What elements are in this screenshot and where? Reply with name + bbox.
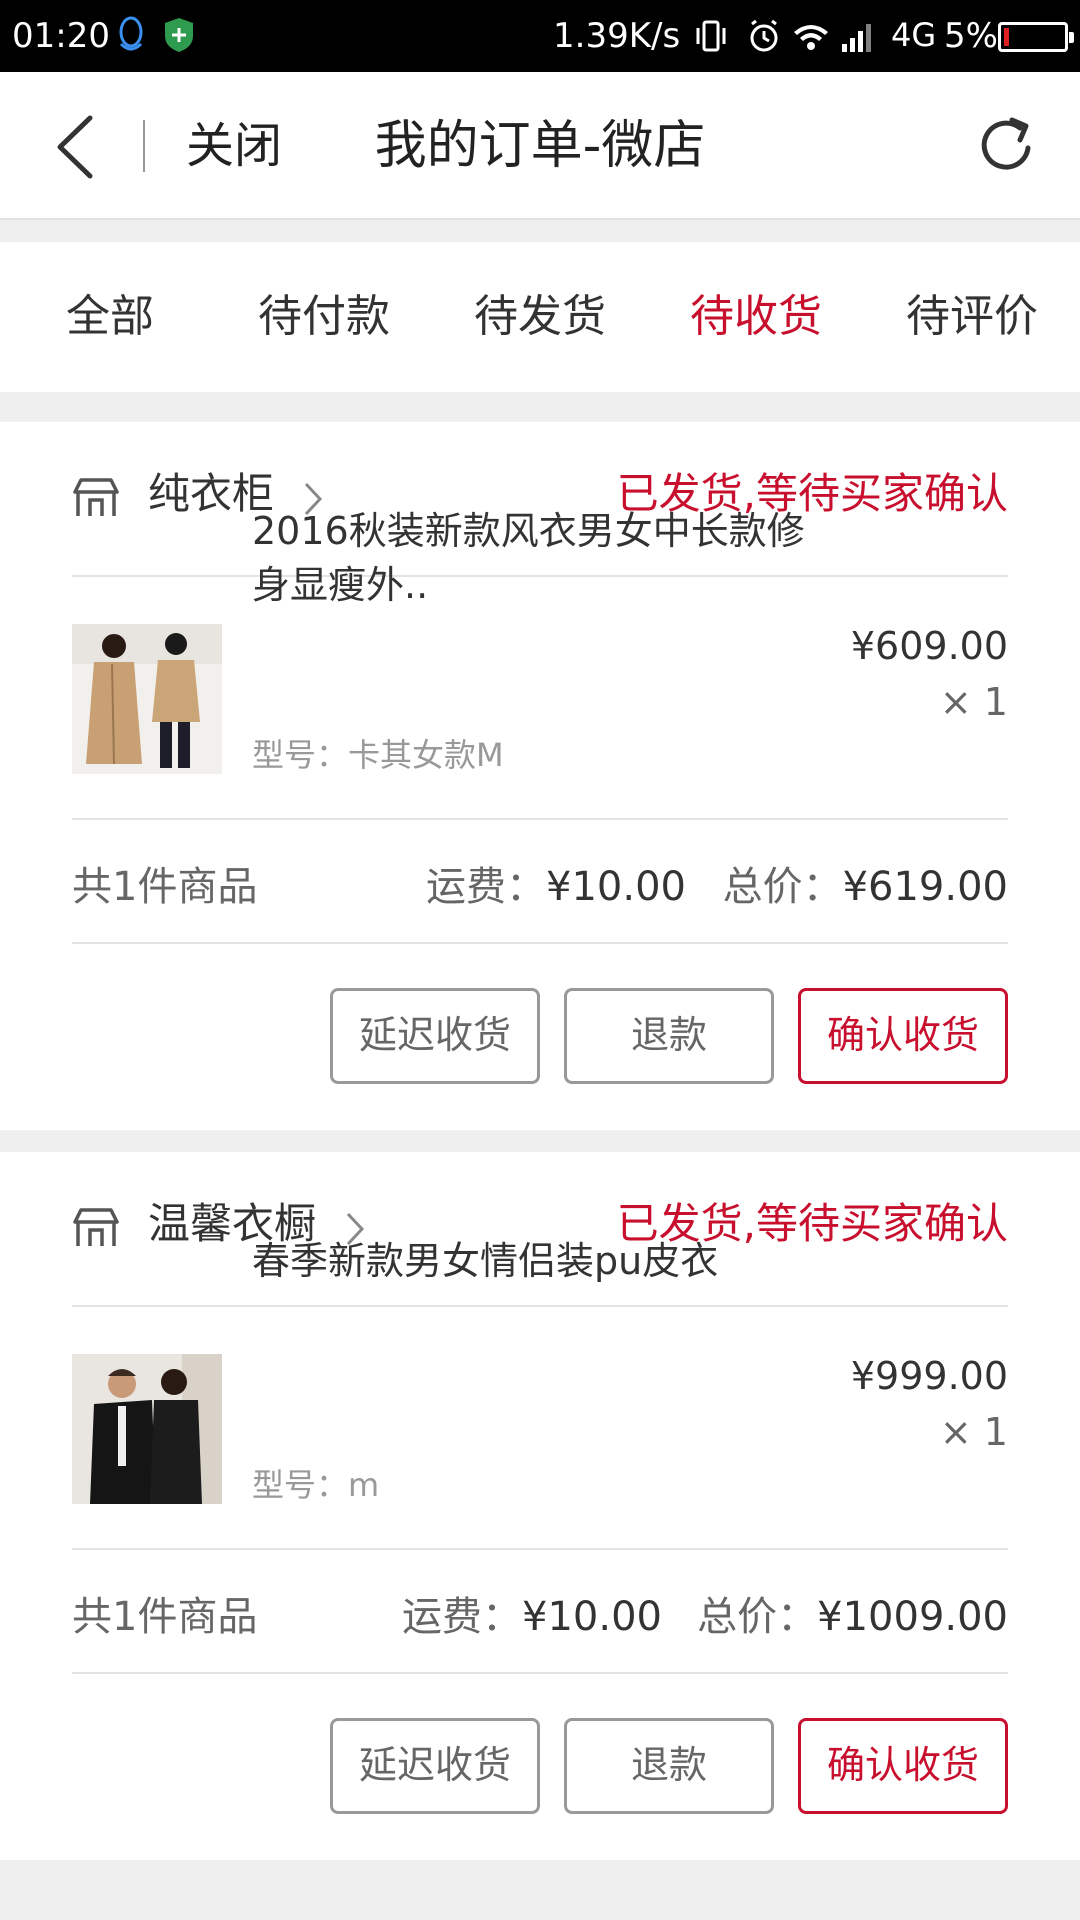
tab-pending-receipt[interactable]: 待收货 (666, 242, 846, 392)
status-bar: 01:20 1.39K/s 4G 5% (0, 0, 1080, 72)
alarm-icon (750, 19, 778, 52)
product-title[interactable]: 春季新款男女情侣装pu皮衣 (252, 1234, 812, 1288)
tab-pending-shipment[interactable]: 待发货 (450, 242, 630, 392)
delay-receipt-button[interactable]: 延迟收货 (330, 1718, 540, 1814)
order-tabs: 全部 待付款 待发货 待收货 待评价 (0, 242, 1080, 392)
divider (72, 818, 1008, 820)
product-quantity: × 1 (939, 680, 1008, 724)
freight-value: ¥10.00 (522, 1594, 662, 1640)
wifi-icon (794, 25, 828, 50)
product-title[interactable]: 2016秋装新款风衣男女中长款修身显瘦外.. (252, 504, 812, 612)
refund-button[interactable]: 退款 (564, 988, 774, 1084)
shop-icon (73, 478, 119, 516)
freight: 运费：¥10.00 (402, 1584, 662, 1642)
total-value: ¥619.00 (842, 864, 1008, 910)
page-title: 我的订单-微店 (374, 116, 706, 176)
battery-icon (998, 22, 1074, 52)
product-thumbnail[interactable] (72, 1354, 222, 1504)
shop-icon (73, 1208, 119, 1246)
product-price: ¥999.00 (850, 1354, 1008, 1398)
freight-label: 运费： (402, 1594, 522, 1640)
system-icons (696, 19, 871, 52)
divider (72, 942, 1008, 944)
product-model: 型号：卡其女款M (252, 736, 504, 774)
divider (72, 1672, 1008, 1674)
network-speed: 1.39K/s (553, 16, 681, 56)
signal-icon (842, 24, 871, 52)
product-price: ¥609.00 (850, 624, 1008, 668)
total-label: 总价： (697, 1594, 818, 1640)
shield-icon (165, 18, 193, 52)
tab-pending-payment[interactable]: 待付款 (234, 242, 414, 392)
order-card: 温馨衣橱 已发货,等待买家确认 春季新款男女情侣装pu皮衣 型号：m ¥999.… (0, 1152, 1080, 1860)
refund-button[interactable]: 退款 (564, 1718, 774, 1814)
divider (72, 1548, 1008, 1550)
product-title-text: 春季新款男女情侣装pu皮衣 (252, 1239, 719, 1283)
order-card: 纯衣柜 已发货,等待买家确认 2016秋装新款风衣男女中长款修身显瘦外.. 型号… (0, 422, 1080, 1130)
total-value: ¥1009.00 (817, 1594, 1008, 1640)
battery-percent: 5% (944, 16, 998, 56)
status-time: 01:20 (12, 16, 110, 56)
confirm-receipt-button[interactable]: 确认收货 (798, 1718, 1008, 1814)
app-header: 关闭 我的订单-微店 (0, 72, 1080, 220)
qq-icon (119, 16, 143, 51)
item-count: 共1件商品 (72, 864, 258, 910)
item-count: 共1件商品 (72, 1594, 258, 1640)
delay-receipt-button[interactable]: 延迟收货 (330, 988, 540, 1084)
product-title-text: 2016秋装新款风衣男女中长款修身显瘦外.. (252, 509, 805, 607)
network-type: 4G (891, 16, 937, 54)
refresh-icon[interactable] (976, 114, 1038, 176)
confirm-receipt-button[interactable]: 确认收货 (798, 988, 1008, 1084)
total: 总价：¥1009.00 (697, 1584, 1008, 1642)
freight-value: ¥10.00 (546, 864, 686, 910)
freight: 运费：¥10.00 (426, 854, 686, 912)
product-model: 型号：m (252, 1466, 380, 1504)
product-thumbnail[interactable] (72, 624, 222, 774)
total: 总价：¥619.00 (723, 854, 1008, 912)
total-label: 总价： (722, 864, 843, 910)
product-quantity: × 1 (939, 1410, 1008, 1454)
divider (72, 1305, 1008, 1307)
tab-pending-review[interactable]: 待评价 (882, 242, 1062, 392)
vibrate-icon (696, 20, 726, 52)
freight-label: 运费： (426, 864, 546, 910)
tab-all[interactable]: 全部 (20, 242, 200, 392)
